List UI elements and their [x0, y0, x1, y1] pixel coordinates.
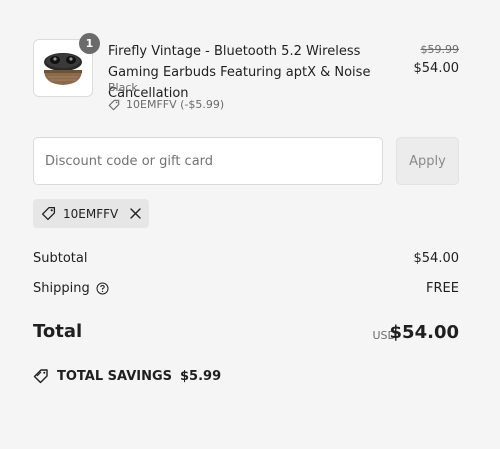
discount-code-input[interactable] [33, 137, 383, 185]
applied-code-tag: 10EMFFV [33, 199, 149, 228]
shipping-label: Shipping [33, 281, 90, 296]
line-discount-text: 10EMFFV (-$5.99) [126, 98, 225, 111]
shipping-label-row: Shipping [33, 281, 109, 296]
total-value: $54.00 [389, 322, 459, 343]
help-icon[interactable] [96, 282, 109, 295]
product-variant: Black [108, 81, 138, 94]
tag-icon [108, 99, 120, 110]
total-label: Total [33, 321, 83, 342]
original-price: $59.99 [420, 43, 460, 56]
line-discount: 10EMFFV (-$5.99) [108, 98, 224, 111]
savings-value: $5.99 [180, 368, 222, 384]
subtotal-label: Subtotal [33, 251, 88, 266]
remove-code-close-icon[interactable] [130, 208, 141, 219]
tag-icon [41, 206, 56, 221]
applied-code-label: 10EMFFV [63, 206, 119, 221]
shipping-value: FREE [426, 281, 459, 296]
savings-label: TOTAL SAVINGS [57, 368, 173, 384]
quantity-badge: 1 [79, 33, 100, 54]
total-savings: TOTAL SAVINGS $5.99 [33, 368, 221, 384]
subtotal-value: $54.00 [413, 251, 460, 266]
savings-tag-icon [33, 368, 49, 384]
apply-button[interactable]: Apply [396, 137, 459, 185]
product-title: Firefly Vintage - Bluetooth 5.2 Wireless… [108, 44, 371, 101]
item-price: $54.00 [413, 61, 460, 76]
